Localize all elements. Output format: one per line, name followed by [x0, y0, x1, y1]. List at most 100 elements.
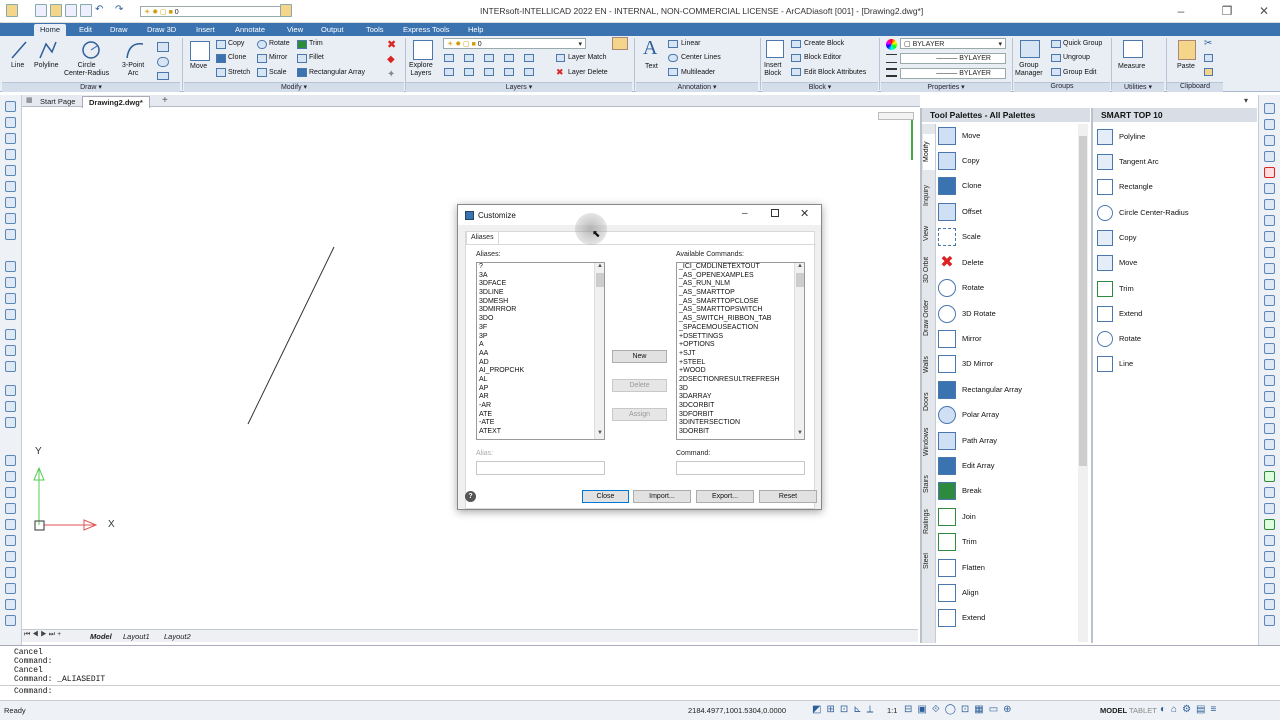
polyline-icon[interactable]	[38, 40, 58, 60]
modify-tool-icon[interactable]	[1264, 343, 1275, 354]
create-block-button[interactable]: Create Block	[804, 40, 844, 47]
alias-list-item[interactable]: AR	[477, 393, 604, 402]
block-editor-icon[interactable]	[791, 54, 801, 62]
tab-view[interactable]: View	[281, 24, 309, 35]
zoom-out-icon[interactable]	[5, 535, 16, 546]
view-tool-icon[interactable]	[5, 615, 16, 626]
rotate-icon[interactable]	[257, 40, 267, 49]
zoom-window-icon[interactable]	[5, 551, 16, 562]
text-icon[interactable]: A	[643, 37, 657, 60]
open-file-icon[interactable]	[50, 4, 62, 17]
command-list-item[interactable]: +SJT	[677, 350, 804, 359]
app-menu-icon[interactable]	[6, 4, 18, 17]
command-prompt[interactable]: Command:	[14, 687, 52, 696]
modify-tool-icon[interactable]	[1264, 407, 1275, 418]
line-icon[interactable]	[10, 40, 28, 60]
draw-tool-icon[interactable]	[5, 165, 16, 176]
ribbon-collapse-icon[interactable]: ▾	[1244, 96, 1248, 105]
snap-tool-icon[interactable]	[1264, 519, 1275, 530]
rectangular-array-icon[interactable]	[297, 68, 307, 77]
close-button[interactable]: Close	[582, 490, 629, 503]
modify-tool-icon[interactable]	[1264, 455, 1275, 466]
draw-tool-icon[interactable]	[5, 117, 16, 128]
paste-button[interactable]: Paste	[1177, 63, 1195, 70]
move-button[interactable]: Move	[190, 63, 207, 70]
layer-delete-icon[interactable]: ✖	[556, 67, 564, 78]
stretch-icon[interactable]	[216, 68, 226, 77]
multileader-icon[interactable]	[668, 68, 678, 76]
alias-list-item[interactable]: 3DO	[477, 315, 604, 324]
fillet-button[interactable]: Fillet	[309, 54, 324, 61]
tab-layout1[interactable]: Layout1	[123, 632, 150, 641]
layer-tool-icon[interactable]	[444, 54, 454, 62]
draw-tool-icon[interactable]	[5, 101, 16, 112]
orbit-icon[interactable]	[5, 583, 16, 594]
command-list-item[interactable]: 3D	[677, 385, 804, 394]
command-list-item[interactable]: _AS_SWITCH_RIBBON_TAB	[677, 315, 804, 324]
tab-express-tools[interactable]: Express Tools	[397, 24, 456, 35]
palette-tab-windows[interactable]: Windows	[923, 422, 935, 462]
modify-tool-icon[interactable]	[1264, 439, 1275, 450]
command-list-item[interactable]: 3DFORBIT	[677, 411, 804, 420]
alias-list-item[interactable]: ATEXT	[477, 428, 604, 437]
edit-block-attributes-button[interactable]: Edit Block Attributes	[804, 69, 866, 76]
tab-annotate[interactable]: Annotate	[229, 24, 271, 35]
layer-delete-button[interactable]: Layer Delete	[568, 69, 608, 76]
palette-tab-walls[interactable]: Walls	[923, 350, 935, 380]
annotation-panel-label[interactable]: Annotation ▾	[636, 82, 758, 92]
tab-drawing2[interactable]: Drawing2.dwg*	[82, 96, 150, 108]
alias-list-item[interactable]: 3DFACE	[477, 280, 604, 289]
print-icon[interactable]	[80, 4, 92, 17]
group-manager-button[interactable]: Group Manager	[1015, 62, 1043, 78]
undo-icon[interactable]: ↶	[95, 4, 107, 17]
command-line[interactable]: Cancel Command: Cancel Command: _ALIASED…	[0, 645, 1280, 700]
layer-tool-icon[interactable]	[504, 54, 514, 62]
tabs-menu-icon[interactable]: ▦	[26, 96, 33, 104]
copy-icon[interactable]	[216, 40, 226, 49]
explore-layers-button[interactable]: Explore Layers	[409, 62, 433, 78]
group-manager-icon[interactable]	[1020, 40, 1040, 58]
command-input[interactable]	[676, 461, 805, 475]
ellipse-icon[interactable]	[157, 57, 169, 67]
quick-group-icon[interactable]	[1051, 40, 1061, 48]
command-list-item[interactable]: +DSETTINGS	[677, 333, 804, 342]
alias-list-item[interactable]: AA	[477, 350, 604, 359]
tab-draw[interactable]: Draw	[104, 24, 134, 35]
mirror-icon[interactable]	[257, 54, 267, 63]
3point-arc-button[interactable]: 3-Point Arc	[122, 62, 144, 78]
delete-alias-button[interactable]: Delete	[612, 379, 667, 392]
tab-output[interactable]: Output	[315, 24, 350, 35]
move-icon[interactable]	[190, 41, 210, 61]
command-list-item[interactable]: +STEEL	[677, 359, 804, 368]
draw-panel-label[interactable]: Draw ▾	[2, 82, 180, 92]
draw-tool-icon[interactable]	[5, 309, 16, 320]
rectangular-array-button[interactable]: Rectangular Array	[309, 69, 365, 76]
modify-tool-icon[interactable]	[1264, 295, 1275, 306]
explode-icon[interactable]: ✦	[387, 69, 395, 80]
annotation-scale[interactable]: 1:1	[887, 706, 897, 715]
line-button[interactable]: Line	[11, 62, 24, 69]
erase-icon[interactable]: ◆	[387, 54, 395, 65]
create-block-icon[interactable]	[791, 40, 801, 48]
dialog-maximize-button[interactable]	[771, 209, 779, 217]
clone-button[interactable]: Clone	[228, 54, 246, 61]
palette-tab-modify[interactable]: Modify	[923, 134, 935, 170]
modify-tool-icon[interactable]	[1264, 279, 1275, 290]
alias-list-item[interactable]: AL	[477, 376, 604, 385]
modify-tool-icon[interactable]	[1264, 103, 1275, 114]
tablet-toggle[interactable]: TABLET	[1129, 706, 1157, 715]
modify-tool-icon[interactable]	[1264, 247, 1275, 258]
palette-tab-railings[interactable]: Railings	[923, 504, 935, 540]
status-toggle-icons[interactable]: ◩⊞⊡⊾⟂	[812, 704, 878, 715]
command-list-item[interactable]: _AS_OPENEXAMPLES	[677, 272, 804, 281]
modify-tool-icon[interactable]	[1264, 135, 1275, 146]
palette-scroll-thumb[interactable]	[1079, 136, 1087, 466]
new-alias-button[interactable]: New	[612, 350, 667, 363]
layer-tool-icon[interactable]	[524, 54, 534, 62]
ungroup-button[interactable]: Ungroup	[1063, 54, 1090, 61]
tab-model[interactable]: Model	[90, 632, 112, 641]
layer-tool-icon[interactable]	[484, 54, 494, 62]
alias-list-item[interactable]: ?	[477, 263, 604, 272]
insert-block-button[interactable]: Insert Block	[764, 62, 782, 78]
center-lines-icon[interactable]	[668, 54, 678, 62]
